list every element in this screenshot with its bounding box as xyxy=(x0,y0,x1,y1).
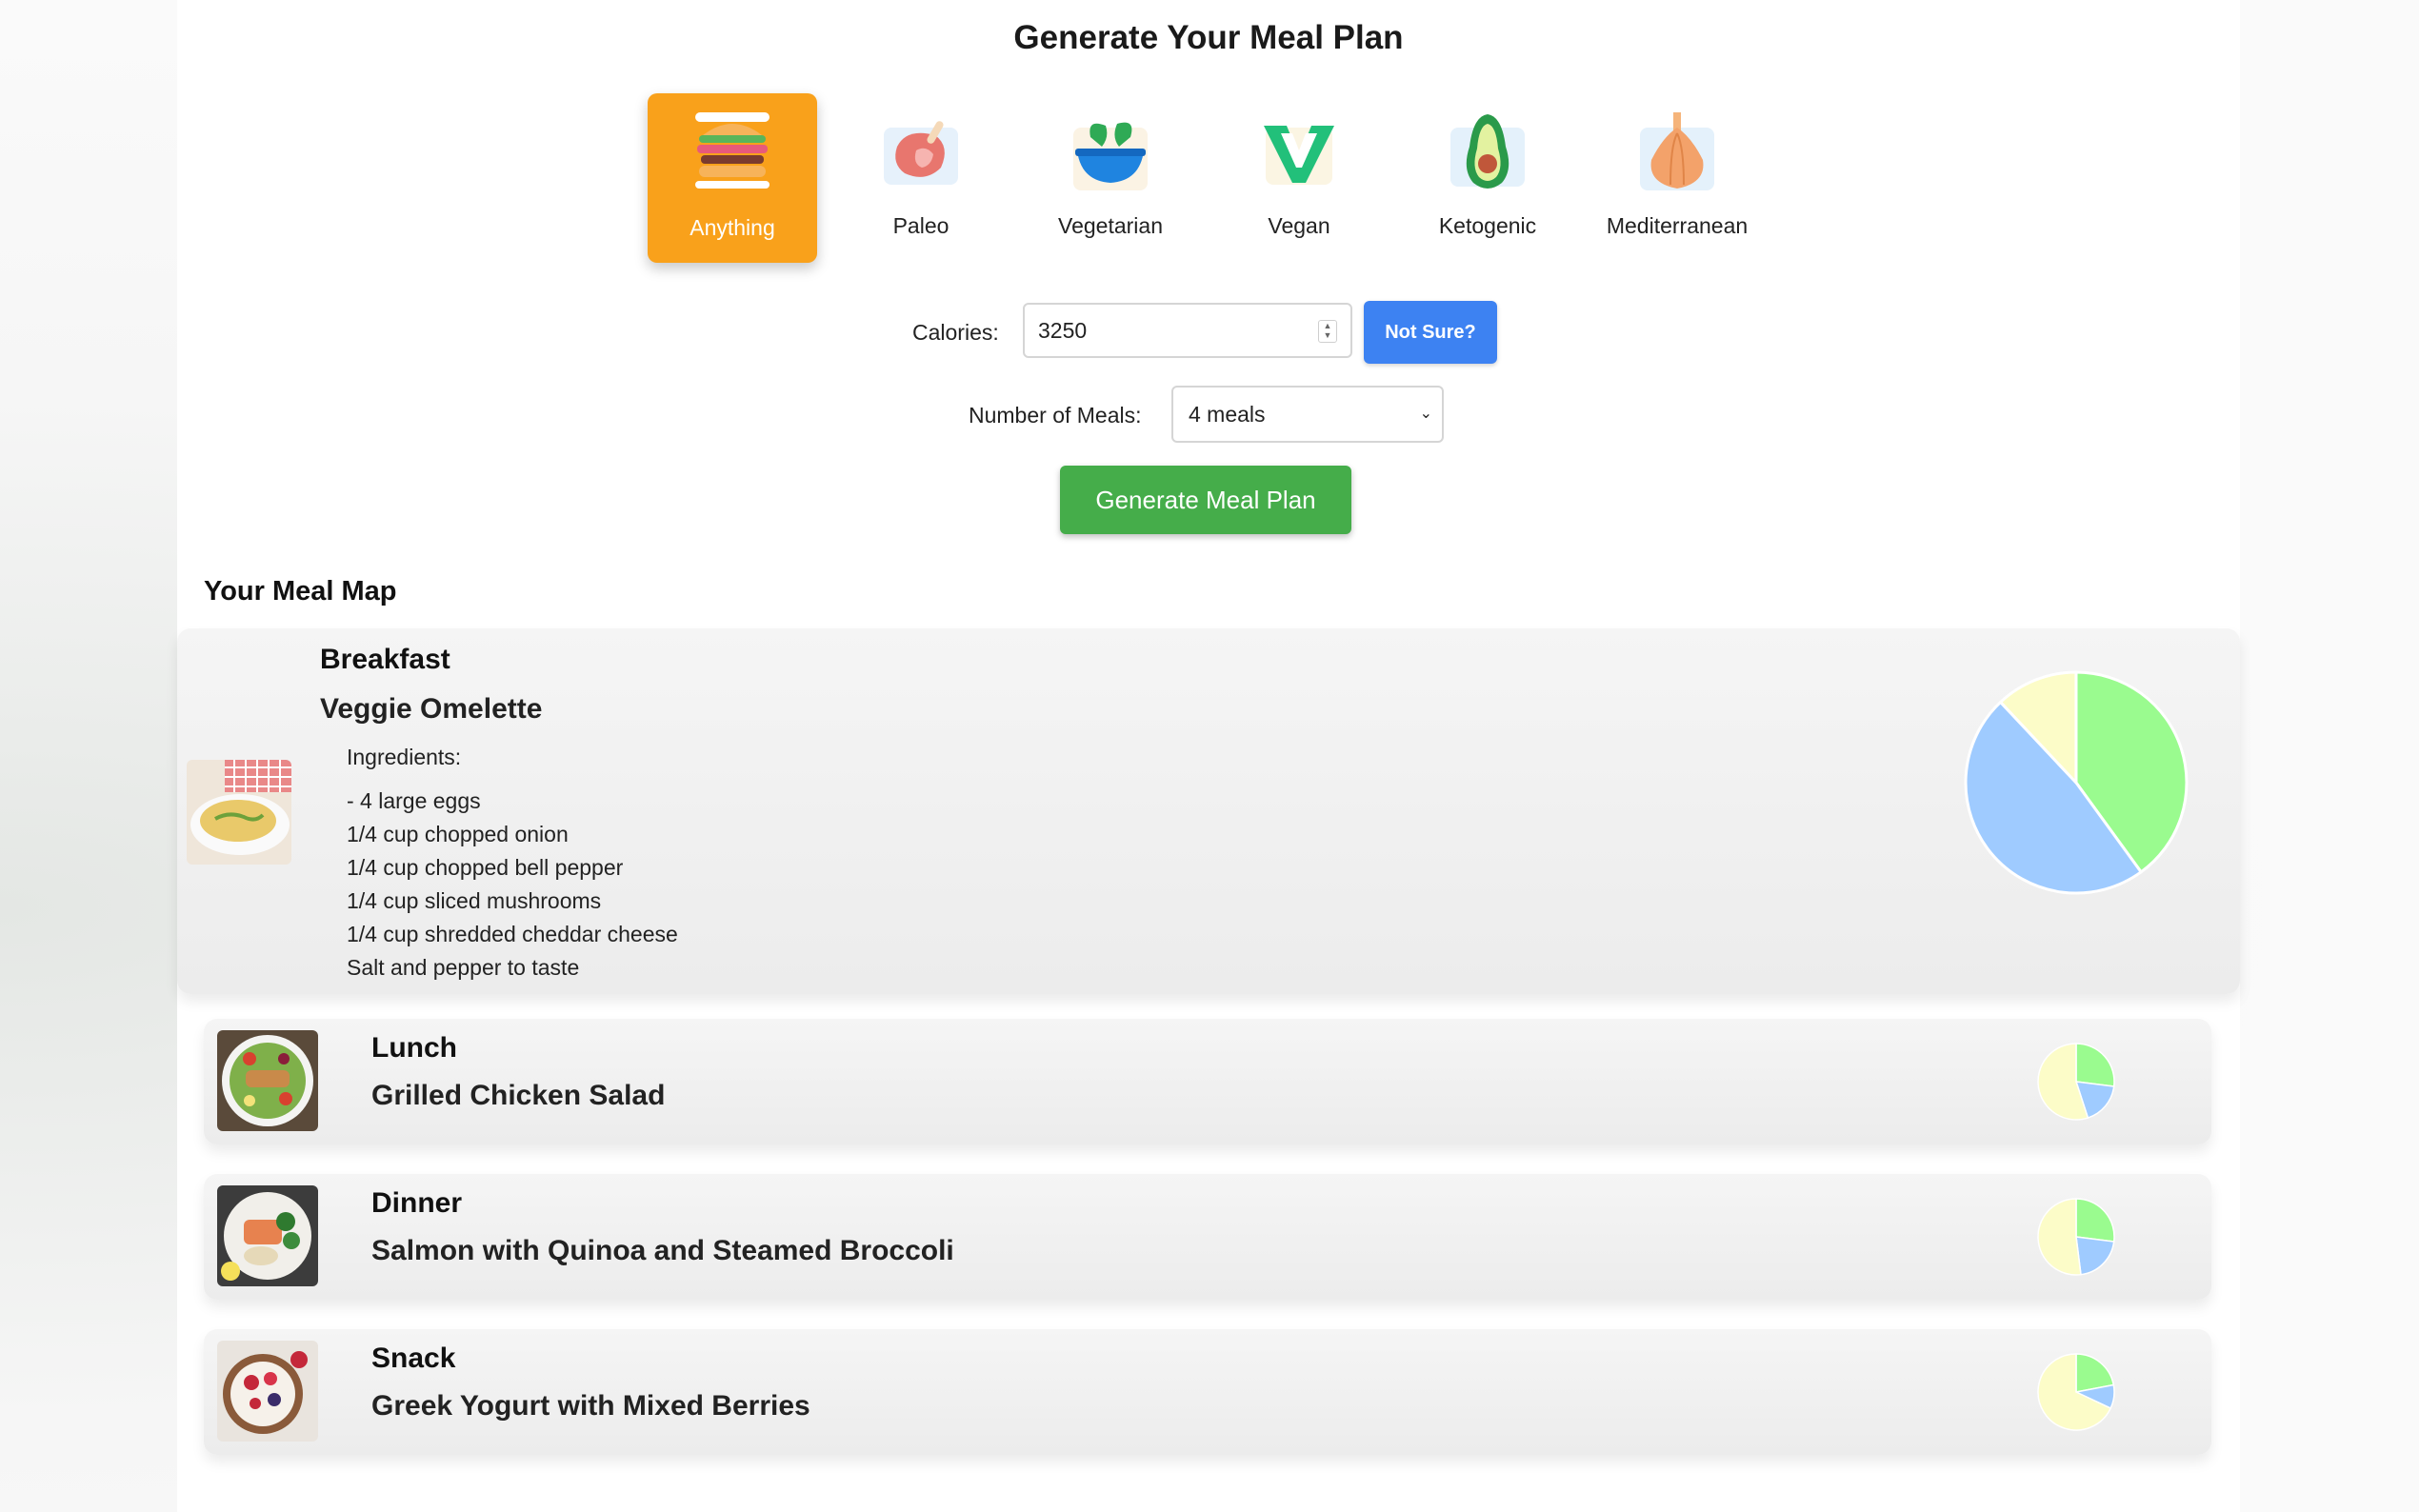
ingredients-title: Ingredients: xyxy=(347,745,462,769)
meal-card-lunch[interactable]: Lunch Grilled Chicken Salad xyxy=(204,1019,2211,1144)
diet-label-mediterranean: Mediterranean xyxy=(1606,213,1749,238)
meal-type-breakfast: Breakfast xyxy=(320,644,450,675)
diet-label-vegan: Vegan xyxy=(1268,213,1330,238)
meals-select-value: 4 meals xyxy=(1189,402,1266,427)
diet-label-vegetarian: Vegetarian xyxy=(1058,213,1163,238)
ingredient-item: Salt and pepper to taste xyxy=(347,955,580,980)
salad-bowl-icon xyxy=(1073,122,1148,190)
salmon-image xyxy=(217,1185,318,1286)
ingredient-item: 1/4 cup shredded cheddar cheese xyxy=(347,922,678,946)
page-title: Generate Your Meal Plan xyxy=(1013,19,1404,56)
meals-select[interactable]: 4 meals ⌄ xyxy=(1171,386,1444,443)
avocado-icon xyxy=(1450,114,1525,189)
calories-value: 3250 xyxy=(1038,318,1088,343)
meal-plan-page: Generate Your Meal Plan Anything Paleo V… xyxy=(177,0,2240,1512)
macro-pie-chart xyxy=(2037,1198,2115,1276)
calories-spinner[interactable]: ▲ ▼ xyxy=(1318,320,1337,343)
calories-label: Calories: xyxy=(912,320,999,345)
yogurt-berries-image xyxy=(217,1341,318,1442)
diet-option-anything[interactable]: Anything xyxy=(648,93,817,263)
meal-name-dinner: Salmon with Quinoa and Steamed Broccoli xyxy=(371,1235,954,1266)
macro-pie-chart xyxy=(2037,1043,2115,1121)
ingredient-item: 1/4 cup chopped onion xyxy=(347,822,569,846)
meal-type-snack: Snack xyxy=(371,1343,456,1374)
diet-label-anything: Anything xyxy=(690,215,775,240)
pie-slice-green xyxy=(2075,1198,2115,1243)
ingredient-item: 1/4 cup sliced mushrooms xyxy=(347,888,602,913)
pie-slice-green xyxy=(2075,1043,2115,1087)
diet-label-ketogenic: Ketogenic xyxy=(1438,213,1537,238)
generate-meal-plan-button[interactable]: Generate Meal Plan xyxy=(1060,466,1351,534)
meal-name-snack: Greek Yogurt with Mixed Berries xyxy=(371,1390,810,1422)
diet-label-paleo: Paleo xyxy=(892,213,950,238)
meal-name-lunch: Grilled Chicken Salad xyxy=(371,1080,666,1111)
meals-label: Number of Meals: xyxy=(969,403,1142,428)
pie-slice-yellow xyxy=(2037,1198,2082,1276)
omelette-image xyxy=(187,760,291,865)
meal-map-title: Your Meal Map xyxy=(204,576,397,607)
meal-card-dinner[interactable]: Dinner Salmon with Quinoa and Steamed Br… xyxy=(204,1174,2211,1300)
meal-name-breakfast: Veggie Omelette xyxy=(320,693,543,725)
ingredient-item: 1/4 cup chopped bell pepper xyxy=(347,855,624,880)
diet-option-paleo[interactable]: Paleo xyxy=(836,93,1006,263)
meal-type-lunch: Lunch xyxy=(371,1032,457,1064)
meal-type-dinner: Dinner xyxy=(371,1187,463,1219)
chicken-salad-image xyxy=(217,1030,318,1131)
meal-card-breakfast[interactable]: Breakfast Veggie Omelette Ingredients: -… xyxy=(177,628,2240,994)
pie-slice-blue xyxy=(2075,1236,2115,1276)
chevron-down-icon: ⌄ xyxy=(1419,406,1432,422)
garlic-icon xyxy=(1640,112,1714,190)
macro-pie-chart xyxy=(2037,1353,2115,1431)
diet-option-ketogenic[interactable]: Ketogenic xyxy=(1403,93,1572,263)
sandwich-icon xyxy=(695,112,770,189)
ingredients-list: - 4 large eggs 1/4 cup chopped onion 1/4… xyxy=(347,785,678,985)
meat-icon xyxy=(884,121,958,185)
meal-card-snack[interactable]: Snack Greek Yogurt with Mixed Berries xyxy=(204,1329,2211,1455)
ingredient-item: - 4 large eggs xyxy=(347,788,481,813)
vegan-v-icon xyxy=(1264,126,1334,185)
diet-option-vegetarian[interactable]: Vegetarian xyxy=(1026,93,1195,263)
diet-option-vegan[interactable]: Vegan xyxy=(1214,93,1384,263)
diet-option-mediterranean[interactable]: Mediterranean xyxy=(1592,93,1762,263)
macro-pie-chart xyxy=(1964,670,2189,895)
not-sure-button[interactable]: Not Sure? xyxy=(1364,301,1497,364)
calories-input[interactable]: 3250 ▲ ▼ xyxy=(1023,303,1352,358)
